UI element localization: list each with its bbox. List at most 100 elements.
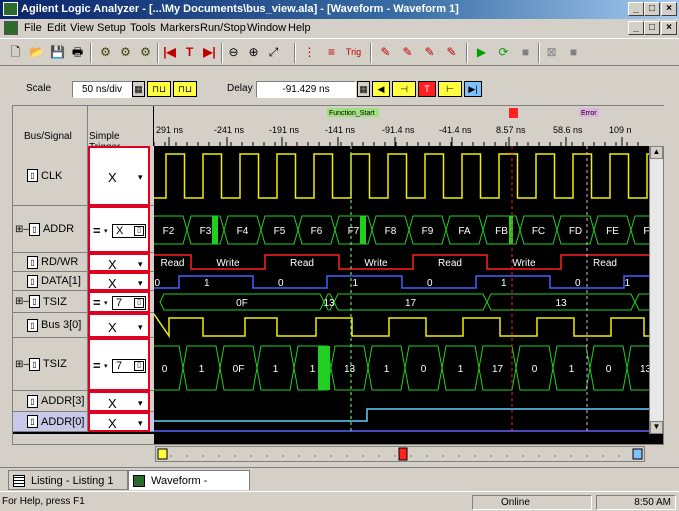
trigger-cell[interactable]: = ▾ X ▯: [88, 206, 150, 253]
signal-name[interactable]: ▯ RD/WR: [13, 253, 88, 271]
signal-row[interactable]: ▯ DATA[1] X ▾: [13, 272, 154, 291]
signal-row[interactable]: ▯ RD/WR X ▾: [13, 253, 154, 272]
delay-end-button[interactable]: ▶|: [464, 81, 482, 97]
dropdown-arrow-icon: ▾: [138, 258, 143, 269]
trigger-setup-icon[interactable]: ⚙: [136, 43, 155, 62]
signal-name[interactable]: ⊞– ▯ TSIZ: [13, 291, 88, 312]
tab-waveform[interactable]: Waveform - Waveform 1: [128, 470, 250, 507]
delay-next-button[interactable]: ⊢: [438, 81, 462, 97]
trigger-cell[interactable]: X ▾: [88, 253, 150, 272]
run-repetitive-icon[interactable]: ⟳: [494, 43, 513, 62]
run-icon[interactable]: ▶: [472, 43, 491, 62]
doc-minimize-button[interactable]: _: [628, 21, 644, 35]
signal-name[interactable]: ▯ Bus 3[0]: [13, 313, 88, 337]
doc-close-button[interactable]: ×: [661, 21, 677, 35]
svg-text:Error: Error: [581, 110, 597, 117]
trigger-value-field[interactable]: 7 ▯: [112, 358, 146, 373]
signal-row[interactable]: ⊞– ▯ TSIZ = ▾ 7 ▯: [13, 338, 154, 391]
marker-compare-icon[interactable]: ≡: [322, 43, 341, 62]
doc-restore-button[interactable]: □: [644, 21, 660, 35]
horizontal-scrollbar[interactable]: [155, 446, 645, 462]
sampling-icon[interactable]: ⚙: [116, 43, 135, 62]
cancel-icon[interactable]: ⊠: [542, 43, 561, 62]
trigger-cell[interactable]: X ▾: [88, 391, 150, 412]
marker-settings-icon[interactable]: ⋮: [300, 43, 319, 62]
marker-prev-icon[interactable]: ✎: [420, 43, 439, 62]
signal-row[interactable]: ▯ Bus 3[0] X ▾: [13, 313, 154, 338]
menu-markers[interactable]: Markers: [160, 22, 200, 34]
close-button[interactable]: ×: [661, 2, 677, 16]
new-icon[interactable]: 🗋: [6, 43, 25, 62]
menu-view[interactable]: View: [70, 22, 94, 34]
scale-field[interactable]: 50 ns/div: [72, 81, 132, 98]
vertical-scrollbar[interactable]: ▲ ▼: [649, 146, 663, 434]
delay-calculator-icon[interactable]: ▦: [357, 81, 370, 97]
bus-signal-header: Bus/Signal: [13, 106, 88, 146]
menu-window[interactable]: Window: [247, 22, 286, 34]
maximize-button[interactable]: □: [644, 2, 660, 16]
trigger-cell[interactable]: X ▾: [88, 412, 150, 432]
window-tabs: Listing - Listing 1 Waveform - Waveform …: [0, 467, 679, 507]
delay-field[interactable]: -91.429 ns: [256, 81, 356, 98]
app-icon: [3, 2, 18, 16]
signal-name[interactable]: ⊞– ▯ TSIZ: [13, 338, 88, 390]
document-icon[interactable]: [4, 21, 18, 35]
menu-edit[interactable]: Edit: [47, 22, 66, 34]
halt-icon[interactable]: ■: [564, 43, 583, 62]
menu-tools[interactable]: Tools: [130, 22, 156, 34]
zoom-in-icon[interactable]: ⊕: [244, 43, 263, 62]
signal-row[interactable]: ▯ ADDR[0] X ▾: [13, 412, 154, 432]
menu-file[interactable]: File: [24, 22, 42, 34]
delay-trigger-button[interactable]: T: [418, 81, 436, 97]
trigger-value-field[interactable]: X ▯: [112, 223, 146, 238]
scroll-down-arrow[interactable]: ▼: [650, 421, 663, 434]
marker-off-icon[interactable]: ✎: [442, 43, 461, 62]
go-to-start-icon[interactable]: |◀: [160, 43, 179, 62]
trigger-cell[interactable]: X ▾: [88, 146, 150, 206]
edit-marker-icon[interactable]: ✎: [376, 43, 395, 62]
expand-icon[interactable]: ⊞–: [15, 224, 29, 235]
delay-prev-button[interactable]: ⊣: [392, 81, 416, 97]
scroll-up-arrow[interactable]: ▲: [650, 146, 663, 159]
marker-next-icon[interactable]: ✎: [398, 43, 417, 62]
open-icon[interactable]: 📂: [27, 43, 46, 62]
data-label: 1: [625, 278, 631, 289]
addr-bus-label: FC: [532, 226, 545, 237]
signal-row[interactable]: ▯ CLK X ▾: [13, 146, 154, 206]
signal-name[interactable]: ▯ CLK: [13, 146, 88, 205]
menu-setup[interactable]: Setup: [97, 22, 126, 34]
expand-icon[interactable]: ⊞–: [15, 359, 29, 370]
signal-name[interactable]: ▯ ADDR[0]: [13, 412, 88, 431]
tab-listing[interactable]: Listing - Listing 1: [8, 470, 128, 490]
signal-name[interactable]: ⊞– ▯ ADDR: [13, 206, 88, 252]
go-to-trigger-icon[interactable]: T: [180, 43, 199, 62]
menu-help[interactable]: Help: [288, 22, 311, 34]
signal-row[interactable]: ⊞– ▯ ADDR = ▾ X ▯: [13, 206, 154, 253]
save-icon[interactable]: 💾: [48, 43, 67, 62]
expand-icon[interactable]: ⊞–: [15, 296, 29, 307]
menu-run-stop[interactable]: Run/Stop: [200, 22, 246, 34]
trigger-cell[interactable]: X ▾: [88, 272, 150, 291]
signal-name[interactable]: ▯ DATA[1]: [13, 272, 88, 290]
trigger-cell[interactable]: = ▾ 7 ▯: [88, 291, 150, 313]
zoom-fit-icon[interactable]: ⤢: [264, 43, 283, 62]
trigger-value-field[interactable]: 7 ▯: [112, 296, 146, 310]
stop-icon[interactable]: ■: [516, 43, 535, 62]
zoom-out-icon[interactable]: ⊖: [224, 43, 243, 62]
delay-start-button[interactable]: ◀: [372, 81, 390, 97]
trig-marker-icon[interactable]: Trig: [344, 43, 363, 62]
minimize-button[interactable]: _: [628, 2, 644, 16]
signal-row[interactable]: ▯ ADDR[3] X ▾: [13, 391, 154, 412]
signal-icon: ▯: [28, 357, 40, 371]
scale-calculator-icon[interactable]: ▦: [132, 81, 145, 97]
zoom-in-scale-button[interactable]: ⊓⊔: [147, 81, 171, 97]
signal-row[interactable]: ⊞– ▯ TSIZ = ▾ 7 ▯: [13, 291, 154, 313]
go-to-end-icon[interactable]: ▶|: [200, 43, 219, 62]
addr-bus-label: F3: [200, 226, 212, 237]
signal-name[interactable]: ▯ ADDR[3]: [13, 391, 88, 411]
zoom-out-scale-button[interactable]: ⊓⊔: [173, 81, 197, 97]
trigger-cell[interactable]: = ▾ 7 ▯: [88, 338, 150, 391]
bus-setup-icon[interactable]: ⚙: [96, 43, 115, 62]
print-icon[interactable]: 🖶: [68, 43, 87, 62]
trigger-cell[interactable]: X ▾: [88, 313, 150, 338]
